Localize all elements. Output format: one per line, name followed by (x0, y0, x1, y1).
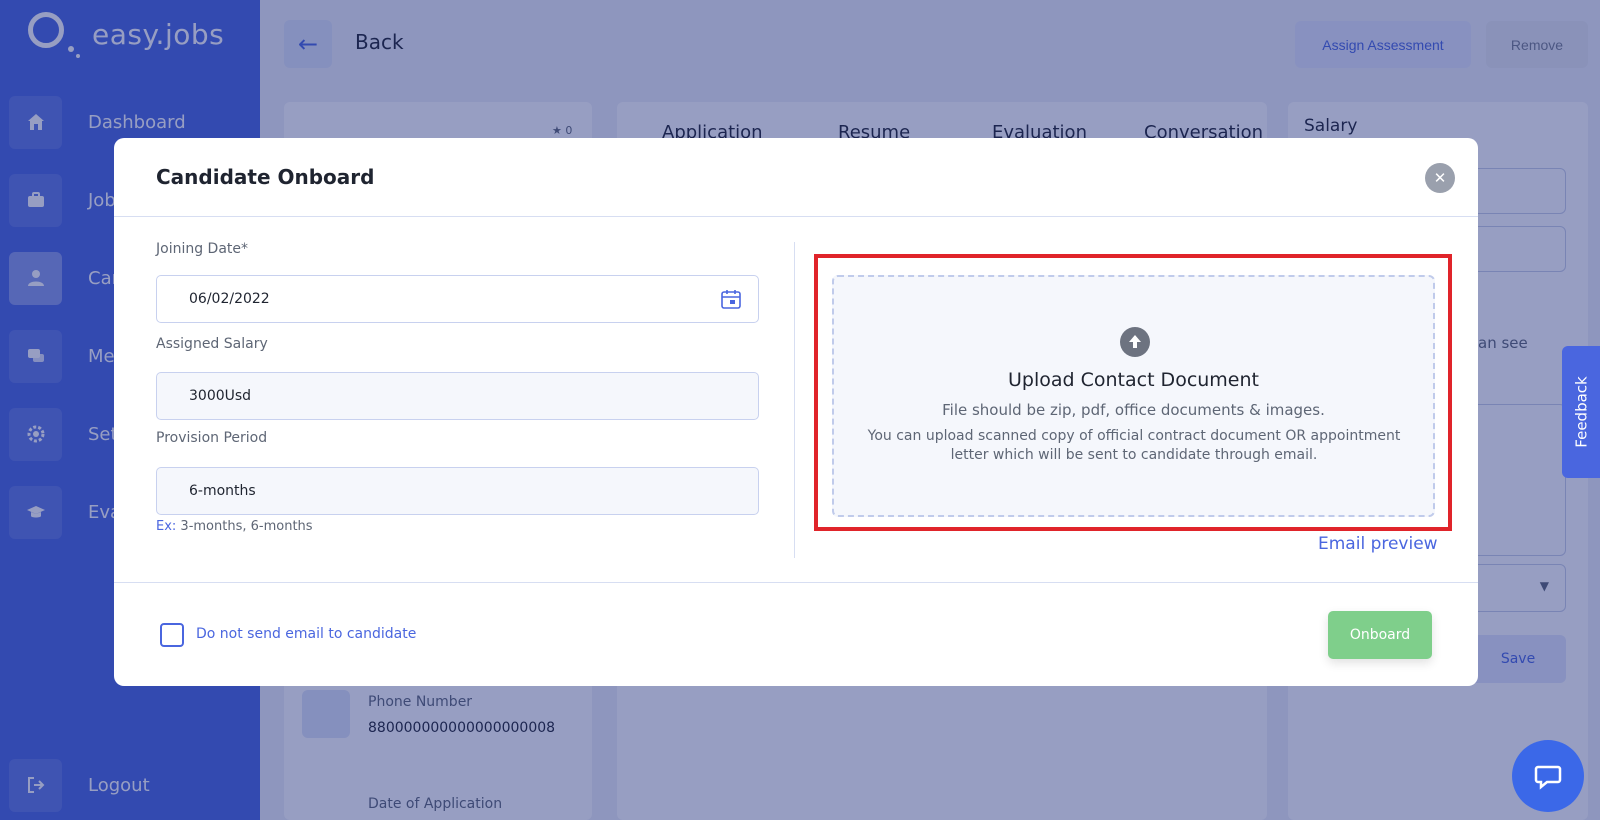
upload-dropzone[interactable]: Upload Contact Document File should be z… (832, 275, 1435, 517)
close-icon: ✕ (1433, 170, 1447, 187)
upload-description: You can upload scanned copy of official … (867, 428, 1401, 463)
modal-title: Candidate Onboard (156, 165, 375, 189)
no-email-label[interactable]: Do not send email to candidate (196, 626, 416, 642)
provision-period-label: Provision Period (156, 430, 268, 446)
joining-date-label: Joining Date* (156, 241, 249, 257)
email-preview-link[interactable]: Email preview (1318, 534, 1438, 554)
feedback-label: Feedback (1573, 376, 1591, 448)
close-button[interactable]: ✕ (1425, 163, 1455, 193)
provision-period-input[interactable] (156, 467, 759, 515)
hint-prefix: Ex: (156, 519, 177, 534)
modal-header: Candidate Onboard ✕ (114, 138, 1478, 217)
upload-arrow-icon (1120, 327, 1150, 357)
onboard-button[interactable]: Onboard (1328, 611, 1432, 659)
candidate-onboard-modal: Candidate Onboard ✕ Joining Date* Assign… (114, 138, 1478, 686)
upload-subtitle: File should be zip, pdf, office document… (942, 401, 1325, 419)
no-email-checkbox[interactable] (160, 623, 184, 647)
hint-text: 3-months, 6-months (176, 519, 313, 534)
vertical-divider (794, 242, 795, 558)
chat-launcher-button[interactable] (1512, 740, 1584, 812)
feedback-tab[interactable]: Feedback (1562, 346, 1600, 478)
provision-period-hint: Ex: 3-months, 6-months (156, 519, 313, 534)
assigned-salary-input[interactable] (156, 372, 759, 420)
assigned-salary-label: Assigned Salary (156, 336, 268, 352)
joining-date-input[interactable] (156, 275, 759, 323)
calendar-icon[interactable] (720, 288, 742, 310)
upload-title: Upload Contact Document (1007, 369, 1259, 391)
chat-bubble-icon (1534, 765, 1562, 790)
footer-divider (114, 582, 1478, 583)
